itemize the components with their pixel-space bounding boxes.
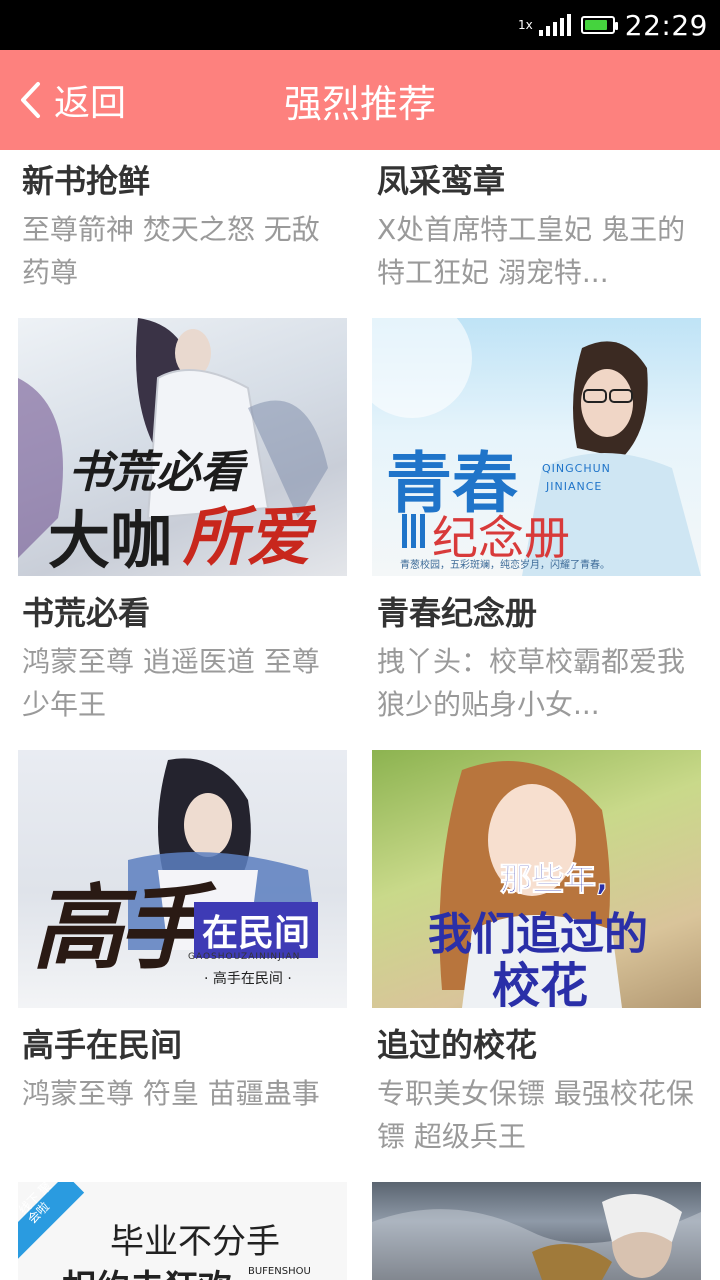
cover-text: · 高手在民间 · [204, 971, 292, 987]
book-cover[interactable]: 青春 QINGCHUN JINIANCE 纪念册 青葱校园，五彩斑斓，纯恋岁月，… [372, 318, 701, 576]
cover-illustration [372, 1194, 701, 1280]
back-label: 返回 [54, 83, 127, 124]
cover-text: 那些年, [499, 860, 609, 899]
book-description: 专职美女保镖 最强校花保镖 超级兵王 [377, 1077, 694, 1153]
cover-text: 所爱 [183, 501, 311, 575]
cover-text: 大咖 [48, 504, 173, 576]
book-description: 至尊箭神 焚天之怒 无敌药尊 [22, 213, 320, 289]
book-title[interactable]: 青春纪念册 [377, 588, 537, 634]
book-cover[interactable]: 那些年, 我们追过的 校花 [372, 750, 701, 1008]
signal-icon [538, 14, 571, 36]
book-description: X处首席特工皇妃 鬼王的特工狂妃 溺宠特... [377, 213, 686, 289]
cover-pinyin: QINGCHUN [542, 462, 611, 475]
battery-icon [580, 16, 618, 34]
cover-text: 高手 [32, 875, 210, 982]
cover-badge: 在民间 [194, 902, 319, 958]
status-bar: 1x 22:29 [0, 0, 720, 50]
book-title[interactable]: 凤采鸾章 [377, 156, 505, 202]
book-description: 拽丫头：校草校霸都爱我 狼少的贴身小女... [377, 645, 686, 721]
cover-pinyin: JINIANCE [546, 480, 603, 493]
cover-pinyin: BUFENSHOU [248, 1266, 311, 1277]
book-cover[interactable]: 高手 在民间 GAOSHOUZAININJIAN · 高手在民间 · [18, 750, 347, 1008]
cover-text: 毕业不分手 [110, 1222, 280, 1262]
cover-tagline: 青葱校园，五彩斑斓，纯恋岁月，闪耀了青春。 [400, 560, 610, 571]
book-cover[interactable] [372, 1182, 701, 1280]
book-title[interactable]: 追过的校花 [377, 1020, 537, 1066]
cover-decor [402, 514, 426, 548]
cover-pinyin: GAOSHOUZAININJIAN [188, 952, 301, 962]
top-bar: 强烈推荐 返回 [0, 50, 720, 150]
cover-text: 校花 [492, 958, 589, 1008]
back-button[interactable]: 返回 [18, 50, 126, 150]
book-description: 鸿蒙至尊 符皇 苗疆蛊事 [22, 1077, 320, 1110]
book-grid: 新书抢鲜 至尊箭神 焚天之怒 无敌药尊 凤采鸾章 X处首席特工皇妃 鬼王的特工狂… [0, 150, 720, 1280]
chevron-left-icon [21, 82, 40, 118]
status-time: 22:29 [624, 8, 708, 42]
book-description: 鸿蒙至尊 逍遥医道 至尊少年王 [22, 645, 320, 721]
book-cover[interactable]: 书荒必看 大咖 所爱 [18, 318, 347, 576]
network-type-label: 1x [518, 18, 533, 32]
cover-text: 相约去狂欢 [62, 1260, 232, 1280]
book-title[interactable]: 书荒必看 [22, 588, 150, 634]
book-cover[interactable]: 线下 聚会啦 毕业不分手 相约去狂欢 BUFENSHOU [18, 1182, 347, 1280]
book-title[interactable]: 新书抢鲜 [22, 156, 150, 202]
book-title[interactable]: 高手在民间 [22, 1020, 182, 1066]
